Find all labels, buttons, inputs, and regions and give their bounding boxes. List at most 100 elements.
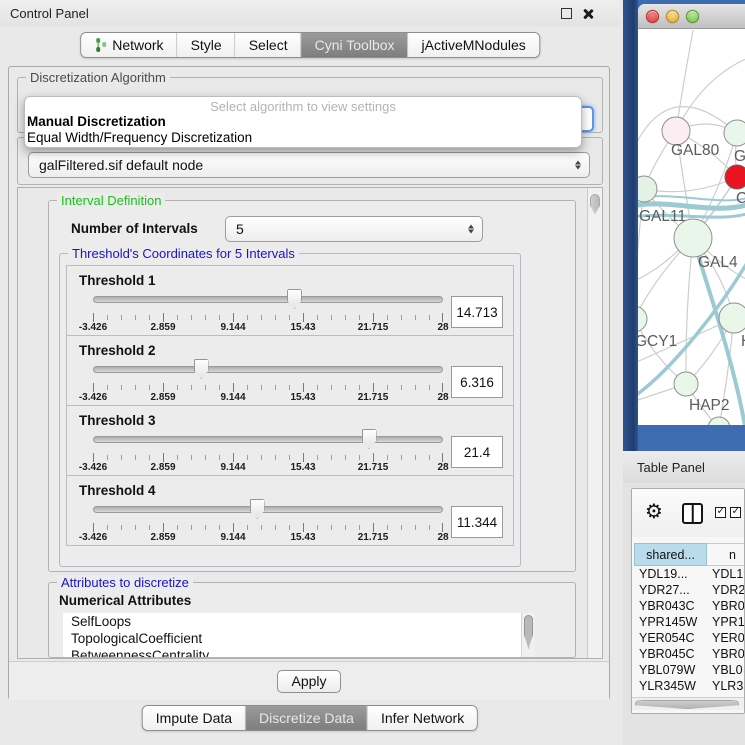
gear-icon[interactable]: ⚙ (645, 501, 663, 523)
column-header-shared[interactable]: shared... (634, 543, 707, 566)
close-icon[interactable] (646, 10, 659, 23)
table-row[interactable]: YBL079WYBL0 (634, 663, 745, 679)
network-node-gal80[interactable] (662, 117, 690, 145)
table-row[interactable]: YBR045CYBR0 (634, 647, 745, 663)
apply-button[interactable]: Apply (277, 670, 341, 693)
attribute-list-item[interactable]: BetweennessCentrality (63, 647, 535, 657)
table-rows: YDL19...YDL1YDR27...YDR2YBR043CYBR0YPR14… (634, 567, 745, 711)
threshold-slider[interactable]: -3.4262.8599.14415.4321.71528 (93, 429, 443, 475)
checkbox-checked-icon[interactable] (730, 507, 741, 518)
network-node-label: GAL4 (698, 254, 738, 271)
table-row[interactable]: YDL19...YDL1 (634, 567, 745, 583)
threshold-label: Threshold 4 (79, 483, 503, 498)
threshold-row: Threshold 3 -3.4262.8599.14415.4321.7152… (66, 405, 514, 476)
control-panel-tabs: NetworkStyleSelectCyni ToolboxjActiveMNo… (80, 32, 540, 58)
bottom-tab-impute-data[interactable]: Impute Data (143, 706, 246, 730)
network-node-label: HAP2 (689, 397, 730, 414)
apply-row: Apply (9, 661, 609, 700)
table-panel: Table Panel ⚙ shared... n YDL19...YDL1YD… (623, 451, 745, 745)
network-node-c[interactable] (725, 165, 745, 189)
slider-tick-labels: -3.4262.8599.14415.4321.71528 (93, 322, 443, 334)
control-panel-titlebar: Control Panel (0, 0, 620, 26)
slider-track[interactable] (93, 506, 443, 513)
table-row[interactable]: YDR27...YDR2 (634, 583, 745, 599)
number-of-intervals-value: 5 (236, 221, 244, 237)
tab-cyni-toolbox[interactable]: Cyni Toolbox (302, 33, 409, 57)
slider-track[interactable] (93, 296, 443, 303)
dropdown-placeholder: Select algorithm to view settings (25, 99, 581, 114)
slider-ticks (93, 453, 443, 462)
dropdown-option[interactable]: Equal Width/Frequency Discretization (25, 130, 581, 146)
horizontal-scrollbar[interactable] (632, 697, 744, 710)
number-of-intervals-spinner[interactable]: 5 (225, 216, 483, 242)
threshold-slider[interactable]: -3.4262.8599.14415.4321.71528 (93, 359, 443, 405)
network-node-gal4[interactable] (674, 219, 712, 257)
threshold-value-field[interactable]: 21.4 (451, 436, 503, 468)
bottom-tab-discretize-data[interactable]: Discretize Data (246, 706, 368, 730)
tab-network[interactable]: Network (81, 33, 177, 57)
combo-arrows-icon (575, 158, 581, 173)
table-panel-title: Table Panel (637, 460, 705, 475)
checkbox-checked-icon[interactable] (715, 507, 726, 518)
interval-definition-group: Interval Definition Number of Intervals … (48, 200, 576, 572)
panel-title: Control Panel (10, 6, 89, 21)
group-label: Discretization Algorithm (26, 70, 170, 85)
network-node-gal11[interactable] (638, 176, 657, 202)
column-header-name[interactable]: n (707, 543, 745, 566)
threshold-slider[interactable]: -3.4262.8599.14415.4321.71528 (93, 289, 443, 335)
control-panel: Control Panel NetworkStyleSelectCyni Too… (0, 0, 620, 745)
slider-track[interactable] (93, 436, 443, 443)
table-row[interactable]: YBR043CYBR0 (634, 599, 745, 615)
table-row[interactable]: YLR345WYLR3 (634, 679, 745, 695)
network-node-gcy1[interactable] (638, 306, 647, 332)
desktop-edge (623, 0, 638, 451)
number-of-intervals-label: Number of Intervals (71, 221, 198, 236)
slider-tick-labels: -3.4262.8599.14415.4321.71528 (93, 532, 443, 544)
table-header-row: shared... n (634, 543, 745, 566)
threshold-label: Threshold 1 (79, 273, 503, 288)
network-node-ga[interactable] (724, 120, 745, 146)
zoom-icon[interactable] (686, 10, 699, 23)
threshold-value-field[interactable]: 11.344 (451, 506, 503, 538)
network-node-h[interactable] (719, 303, 745, 333)
threshold-value-field[interactable]: 14.713 (451, 296, 503, 328)
attribute-list-item[interactable]: TopologicalCoefficient (63, 630, 535, 647)
minimize-icon[interactable] (666, 10, 679, 23)
network-node-label: GAL11 (639, 208, 686, 225)
dropdown-option[interactable]: Manual Discretization (25, 114, 581, 130)
dropdown-options: Manual DiscretizationEqual Width/Frequen… (25, 114, 581, 146)
network-node[interactable] (708, 417, 730, 425)
attribute-list-item[interactable]: SelfLoops (63, 613, 535, 630)
network-canvas[interactable]: GAL80GACGAL11GAL4GCY1HHAP2 (638, 30, 745, 425)
numerical-attributes-list: SelfLoopsTopologicalCoefficientBetweenne… (63, 613, 535, 657)
slider-thumb[interactable] (194, 359, 209, 379)
tab-jactivemnodules[interactable]: jActiveMNodules (409, 33, 539, 57)
bottom-tab-infer-network[interactable]: Infer Network (368, 706, 477, 730)
slider-thumb[interactable] (362, 429, 377, 449)
close-icon[interactable] (581, 7, 594, 20)
threshold-slider[interactable]: -3.4262.8599.14415.4321.71528 (93, 499, 443, 545)
slider-thumb[interactable] (287, 289, 302, 309)
list-scrollbar[interactable] (521, 613, 535, 657)
table-row[interactable]: YER054CYER0 (634, 631, 745, 647)
group-label: Threshold's Coordinates for 5 Intervals (68, 246, 299, 261)
network-node-label: GAL80 (671, 142, 720, 159)
slider-ticks (93, 383, 443, 392)
table-data-combobox[interactable]: galFiltered.sif default node (28, 152, 590, 178)
slider-thumb[interactable] (250, 499, 265, 519)
slider-track[interactable] (93, 366, 443, 373)
network-node-label: GA (734, 148, 745, 165)
table-data-value: galFiltered.sif default node (39, 157, 203, 173)
split-view-icon[interactable] (682, 503, 703, 524)
float-icon[interactable] (561, 8, 572, 19)
tab-select[interactable]: Select (236, 33, 302, 57)
slider-tick-labels: -3.4262.8599.14415.4321.71528 (93, 462, 443, 474)
threshold-value-field[interactable]: 6.316 (451, 366, 503, 398)
tab-style[interactable]: Style (178, 33, 236, 57)
vertical-scrollbar[interactable] (587, 188, 602, 658)
threshold-label: Threshold 2 (79, 343, 503, 358)
network-node-hap2[interactable] (674, 372, 698, 396)
slider-ticks (93, 313, 443, 322)
table-row[interactable]: YPR145WYPR1 (634, 615, 745, 631)
slider-ticks (93, 523, 443, 532)
